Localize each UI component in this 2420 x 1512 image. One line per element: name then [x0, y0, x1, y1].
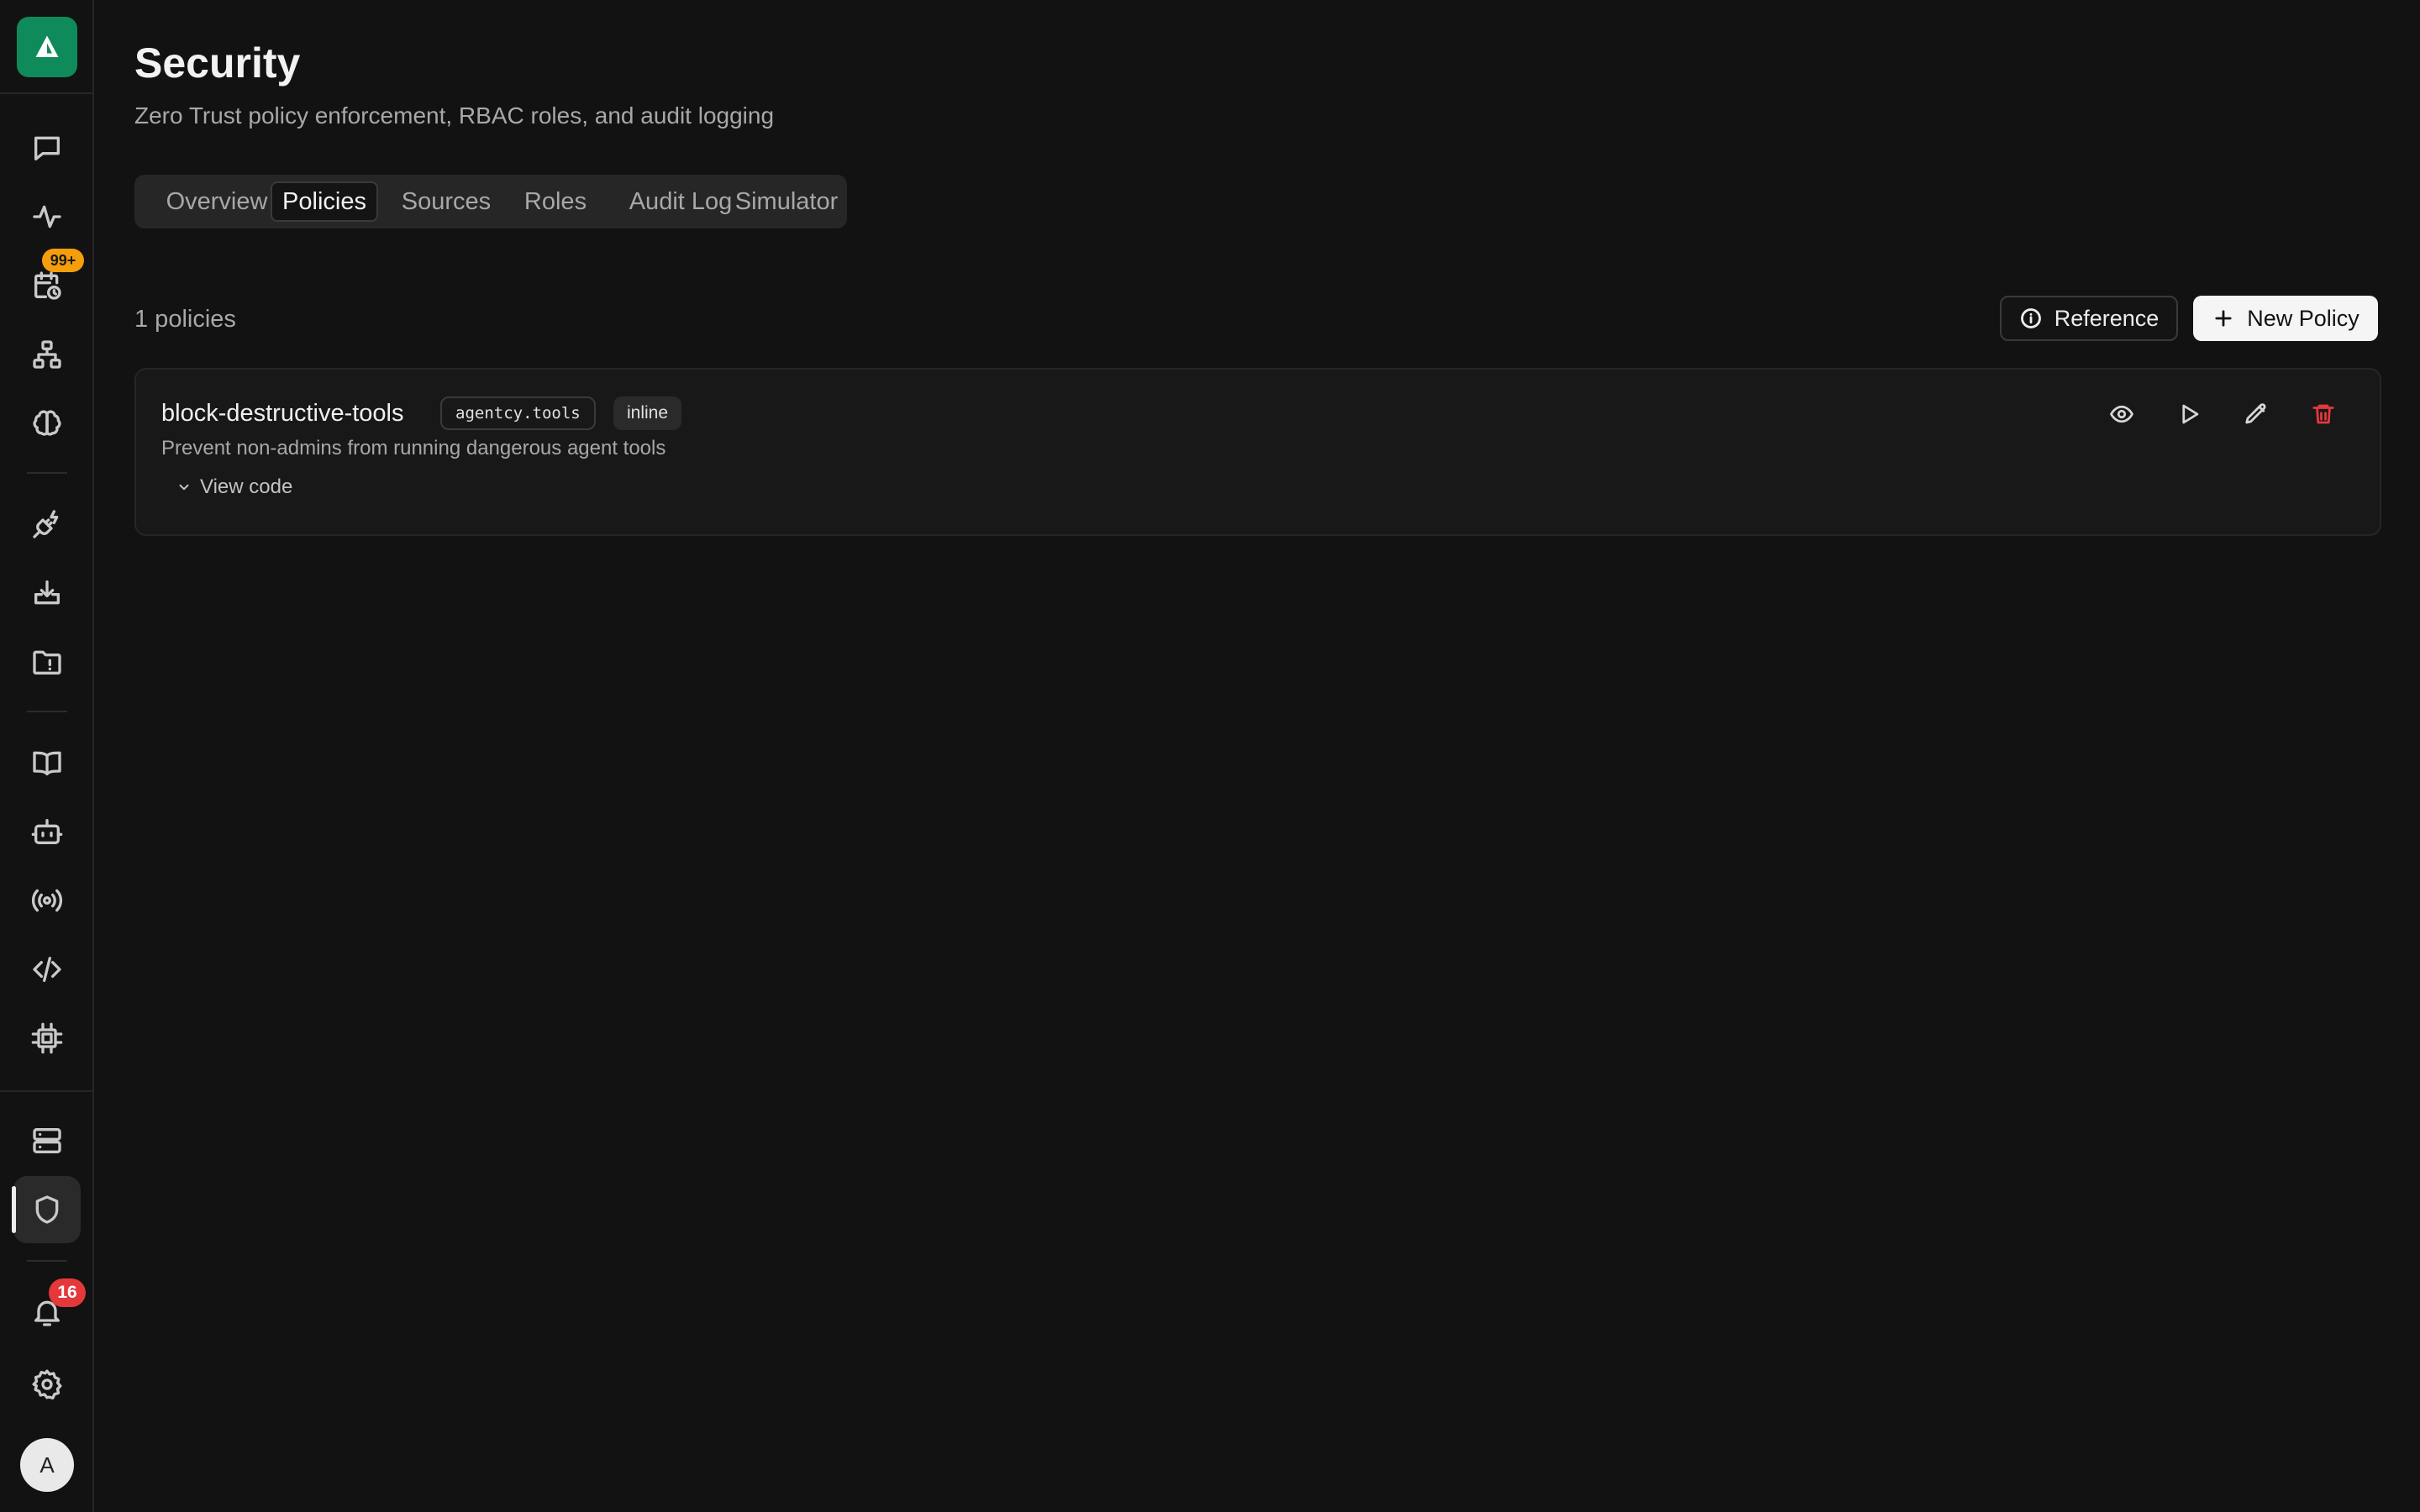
- sidebar-divider: [0, 1090, 92, 1092]
- schedule-icon: [34, 271, 61, 300]
- view-code-label: View code: [200, 475, 293, 498]
- trash-icon: [2312, 404, 2334, 424]
- sidebar: 99+ 16 A: [0, 0, 94, 1512]
- bot-icon: [31, 819, 63, 844]
- sidebar-divider: [27, 711, 67, 712]
- user-avatar[interactable]: A: [20, 1438, 74, 1492]
- gear-icon: [32, 1369, 62, 1399]
- sidebar-item-security[interactable]: [13, 1176, 81, 1243]
- download-icon: [34, 580, 60, 605]
- policy-name: block-destructive-tools: [161, 400, 404, 427]
- pencil-icon: [2245, 403, 2266, 424]
- view-policy-button[interactable]: [2094, 386, 2149, 442]
- chip-icon: [31, 1022, 63, 1054]
- tab-overview[interactable]: Overview: [145, 181, 289, 222]
- sidebar-item-brain[interactable]: [13, 390, 81, 457]
- activity-icon: [33, 205, 61, 228]
- sidebar-item-import[interactable]: [13, 559, 81, 627]
- active-indicator: [12, 1186, 16, 1233]
- delete-policy-button[interactable]: [2296, 386, 2351, 442]
- sidebar-item-settings[interactable]: [13, 1351, 81, 1418]
- policy-package-chip: agentcy.tools: [440, 396, 596, 430]
- folder-icon: [33, 650, 61, 675]
- broadcast-icon: [31, 889, 63, 912]
- play-icon: [2182, 404, 2199, 424]
- sidebar-item-chat[interactable]: [13, 114, 81, 181]
- brain-icon: [33, 410, 61, 436]
- view-code-toggle[interactable]: View code: [176, 475, 292, 499]
- new-policy-label: New Policy: [2247, 305, 2360, 331]
- book-icon: [33, 751, 61, 775]
- tab-bar: Overview Policies Sources Roles Audit Lo…: [134, 175, 847, 228]
- server-icon: [33, 1128, 61, 1153]
- plug-icon: [33, 510, 59, 538]
- eye-icon: [2110, 405, 2133, 423]
- shield-icon: [35, 1195, 59, 1224]
- sidebar-divider: [27, 1260, 67, 1262]
- sidebar-item-docs[interactable]: [13, 729, 81, 796]
- info-icon: [2020, 308, 2041, 328]
- sidebar-item-network[interactable]: [13, 321, 81, 388]
- reference-button[interactable]: Reference: [2000, 296, 2178, 341]
- new-policy-button[interactable]: New Policy: [2193, 296, 2378, 341]
- sidebar-item-broadcast[interactable]: [13, 867, 81, 934]
- policies-count: 1 policies: [134, 306, 236, 333]
- run-policy-button[interactable]: [2161, 386, 2217, 442]
- tab-sources[interactable]: Sources: [385, 181, 508, 222]
- reference-label: Reference: [2054, 305, 2160, 331]
- chat-icon: [34, 136, 60, 160]
- policy-card: block-destructive-tools agentcy.tools in…: [134, 368, 2381, 536]
- sidebar-divider: [0, 92, 92, 94]
- sidebar-item-code[interactable]: [13, 936, 81, 1003]
- notifications-badge: 16: [49, 1278, 86, 1307]
- sidebar-item-plugins[interactable]: [13, 491, 81, 558]
- policy-description: Prevent non-admins from running dangerou…: [161, 437, 666, 459]
- sidebar-item-servers[interactable]: [13, 1107, 81, 1174]
- plus-icon: [2215, 310, 2232, 327]
- chevron-down-icon: [179, 484, 189, 491]
- sidebar-item-hardware[interactable]: [13, 1005, 81, 1072]
- sidebar-item-files[interactable]: [13, 628, 81, 696]
- schedule-badge: 99+: [42, 249, 84, 272]
- app-logo[interactable]: [17, 17, 77, 77]
- page-title: Security: [134, 39, 301, 87]
- tab-policies[interactable]: Policies: [271, 181, 378, 222]
- edit-policy-button[interactable]: [2228, 386, 2284, 442]
- sidebar-item-activity[interactable]: [13, 183, 81, 250]
- network-icon: [33, 340, 61, 369]
- page-subtitle: Zero Trust policy enforcement, RBAC role…: [134, 102, 775, 129]
- logo-icon: [35, 35, 59, 57]
- policy-type-chip: inline: [613, 396, 682, 430]
- code-icon: [33, 957, 61, 982]
- sidebar-divider: [27, 472, 67, 474]
- tab-simulator[interactable]: Simulator: [718, 181, 855, 222]
- sidebar-item-agents[interactable]: [13, 798, 81, 865]
